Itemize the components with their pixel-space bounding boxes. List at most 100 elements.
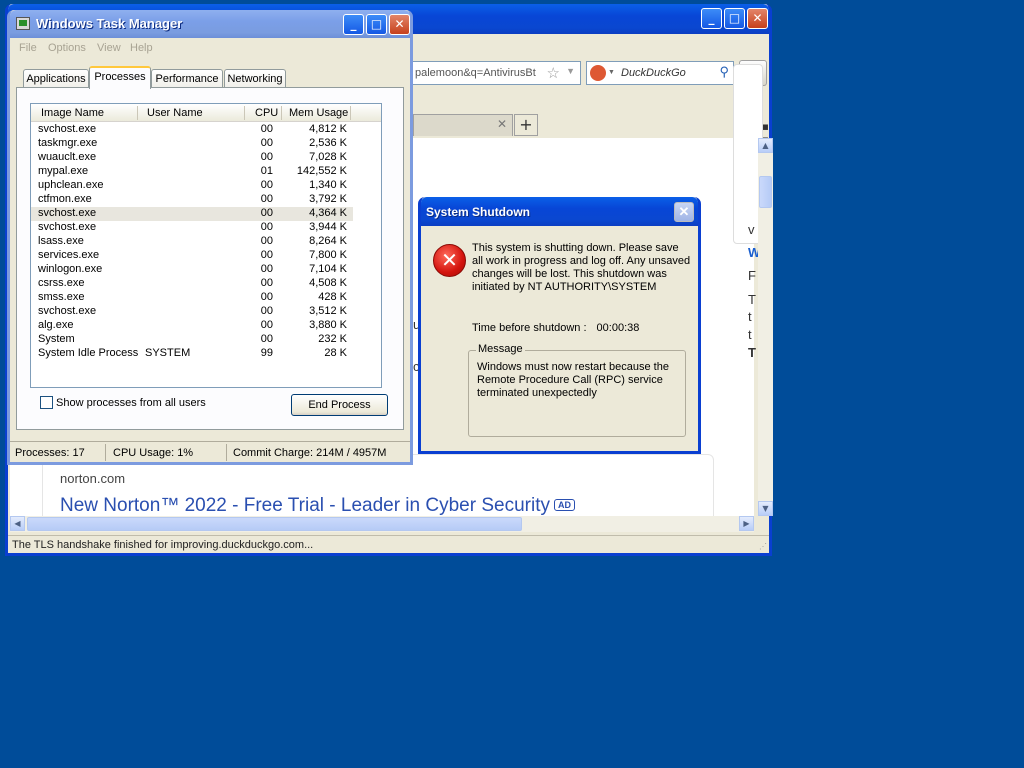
process-cpu: 00 (260, 291, 273, 303)
process-name: taskmgr.exe (38, 137, 98, 149)
commit-charge: Commit Charge: 214M / 4957M (233, 447, 387, 459)
duckduckgo-icon[interactable] (590, 65, 606, 81)
browser-tab[interactable]: ✕ (413, 114, 513, 136)
close-icon: ✕ (674, 202, 694, 222)
minimize-button[interactable]: _ (701, 8, 722, 29)
clipped-text: F (748, 268, 756, 283)
process-mem: 232 K (318, 333, 347, 345)
table-row[interactable]: wuauclt.exe 00 7,028 K (31, 151, 381, 165)
process-rows: svchost.exe 00 4,812 K taskmgr.exe 00 2,536 K… (31, 123, 381, 361)
minimize-button[interactable]: _ (343, 14, 364, 35)
process-cpu: 00 (260, 151, 273, 163)
column-divider[interactable] (244, 106, 245, 120)
table-row[interactable]: ctfmon.exe 00 3,792 K (31, 193, 381, 207)
maximize-button[interactable]: □ (724, 8, 745, 29)
result-title[interactable]: New Norton™ 2022 - Free Trial - Leader i… (60, 495, 550, 516)
table-row[interactable]: mypal.exe 01 142,552 K (31, 165, 381, 179)
tab-performance[interactable]: Performance (151, 69, 223, 88)
table-row[interactable]: System 00 232 K (31, 333, 381, 347)
url-bar[interactable]: palemoon&q=AntivirusBt ☆ ▼ (411, 61, 581, 85)
table-row[interactable]: alg.exe 00 3,880 K (31, 319, 381, 333)
vertical-scroll-thumb[interactable] (759, 176, 772, 208)
horizontal-scroll-thumb[interactable] (27, 517, 522, 531)
result-domain: norton.com (60, 471, 126, 486)
table-row[interactable]: lsass.exe 00 8,264 K (31, 235, 381, 249)
process-name: lsass.exe (38, 235, 84, 247)
close-button[interactable]: ✕ (747, 8, 768, 29)
column-divider[interactable] (137, 106, 138, 120)
col-image-name[interactable]: Image Name (41, 107, 104, 119)
error-icon: ✕ (433, 244, 466, 277)
process-name: wuauclt.exe (38, 151, 97, 163)
process-cpu: 00 (260, 249, 273, 261)
maximize-button[interactable]: □ (366, 14, 387, 35)
message-text: Windows must now restart because the Rem… (477, 361, 669, 399)
process-name: alg.exe (38, 319, 74, 331)
search-placeholder: DuckDuckGo (621, 67, 686, 79)
process-mem: 3,512 K (309, 305, 347, 317)
process-name: svchost.exe (38, 123, 97, 135)
tab-networking[interactable]: Networking (224, 69, 286, 88)
shutdown-title: System Shutdown (426, 205, 531, 219)
table-row[interactable]: System Idle Process SYSTEM 99 28 K (31, 347, 381, 361)
table-row[interactable]: uphclean.exe 00 1,340 K (31, 179, 381, 193)
col-mem-usage[interactable]: Mem Usage (289, 107, 348, 119)
tab-applications[interactable]: Applications (23, 69, 89, 88)
scroll-left-icon[interactable]: ◀ (10, 516, 25, 531)
table-row[interactable]: svchost.exe 00 3,512 K (31, 305, 381, 319)
scroll-up-icon[interactable]: ▲ (758, 138, 773, 153)
scroll-down-icon[interactable]: ▼ (758, 501, 773, 516)
show-all-users-checkbox[interactable] (40, 396, 53, 409)
table-row[interactable]: services.exe 00 7,800 K (31, 249, 381, 263)
table-row[interactable]: svchost.exe 00 3,944 K (31, 221, 381, 235)
col-user-name[interactable]: User Name (147, 107, 203, 119)
show-all-users-label[interactable]: Show processes from all users (56, 397, 206, 409)
column-divider[interactable] (350, 106, 351, 120)
table-row[interactable]: svchost.exe 00 4,812 K (31, 123, 381, 137)
table-row[interactable]: svchost.exe 00 4,364 K (31, 207, 353, 221)
table-row[interactable]: csrss.exe 00 4,508 K (31, 277, 381, 291)
column-divider[interactable] (281, 106, 282, 120)
process-cpu: 00 (260, 235, 273, 247)
col-cpu[interactable]: CPU (255, 107, 278, 119)
process-name: services.exe (38, 249, 100, 261)
show-all-users-option[interactable]: Show processes from all users (40, 396, 206, 409)
search-box[interactable]: ▼ DuckDuckGo ⚲ (586, 61, 734, 85)
menu-options[interactable]: Options (48, 42, 86, 54)
taskmgr-titlebar[interactable]: Windows Task Manager _ □ ✕ (10, 10, 410, 38)
menu-file[interactable]: File (19, 42, 37, 54)
table-row[interactable]: smss.exe 00 428 K (31, 291, 381, 305)
shutdown-titlebar[interactable]: System Shutdown ✕ (421, 197, 698, 226)
result-title-link[interactable]: New Norton™ 2022 - Free Trial - Leader i… (60, 495, 575, 517)
process-mem: 142,552 K (296, 165, 347, 177)
process-cpu: 01 (260, 165, 273, 177)
horizontal-scrollbar[interactable]: ◀ ▶ (10, 516, 754, 532)
tab-processes[interactable]: Processes (89, 66, 151, 89)
process-mem: 3,944 K (309, 221, 347, 233)
table-row[interactable]: winlogon.exe 00 7,104 K (31, 263, 381, 277)
menu-help[interactable]: Help (130, 42, 153, 54)
table-row[interactable]: taskmgr.exe 00 2,536 K (31, 137, 381, 151)
close-button[interactable]: ✕ (389, 14, 410, 35)
process-name: csrss.exe (38, 277, 85, 289)
menu-view[interactable]: View (97, 42, 121, 54)
vertical-scrollbar[interactable]: ▲ ▼ (758, 138, 773, 516)
tab-bar: Applications Processes Performance Netwo… (10, 66, 410, 89)
scroll-right-icon[interactable]: ▶ (739, 516, 754, 531)
process-name: mypal.exe (38, 165, 89, 177)
resize-grip-icon[interactable]: ⋰ (759, 542, 767, 551)
end-process-button[interactable]: End Process (291, 394, 388, 416)
process-cpu: 00 (260, 319, 273, 331)
bookmark-star-icon[interactable]: ☆ (547, 64, 560, 82)
new-tab-button[interactable]: + (514, 114, 538, 136)
process-cpu: 00 (260, 305, 273, 317)
tab-close-icon[interactable]: ✕ (497, 117, 507, 131)
url-dropdown-icon[interactable]: ▼ (566, 66, 575, 76)
status-divider (105, 444, 106, 461)
process-cpu: 00 (260, 333, 273, 345)
process-mem: 2,536 K (309, 137, 347, 149)
message-groupbox: Message Windows must now restart because… (468, 343, 686, 437)
process-list[interactable]: Image Name User Name CPU Mem Usage svcho… (30, 103, 382, 388)
search-icon[interactable]: ⚲ (719, 64, 729, 80)
search-engine-dropdown-icon[interactable]: ▼ (608, 69, 615, 76)
